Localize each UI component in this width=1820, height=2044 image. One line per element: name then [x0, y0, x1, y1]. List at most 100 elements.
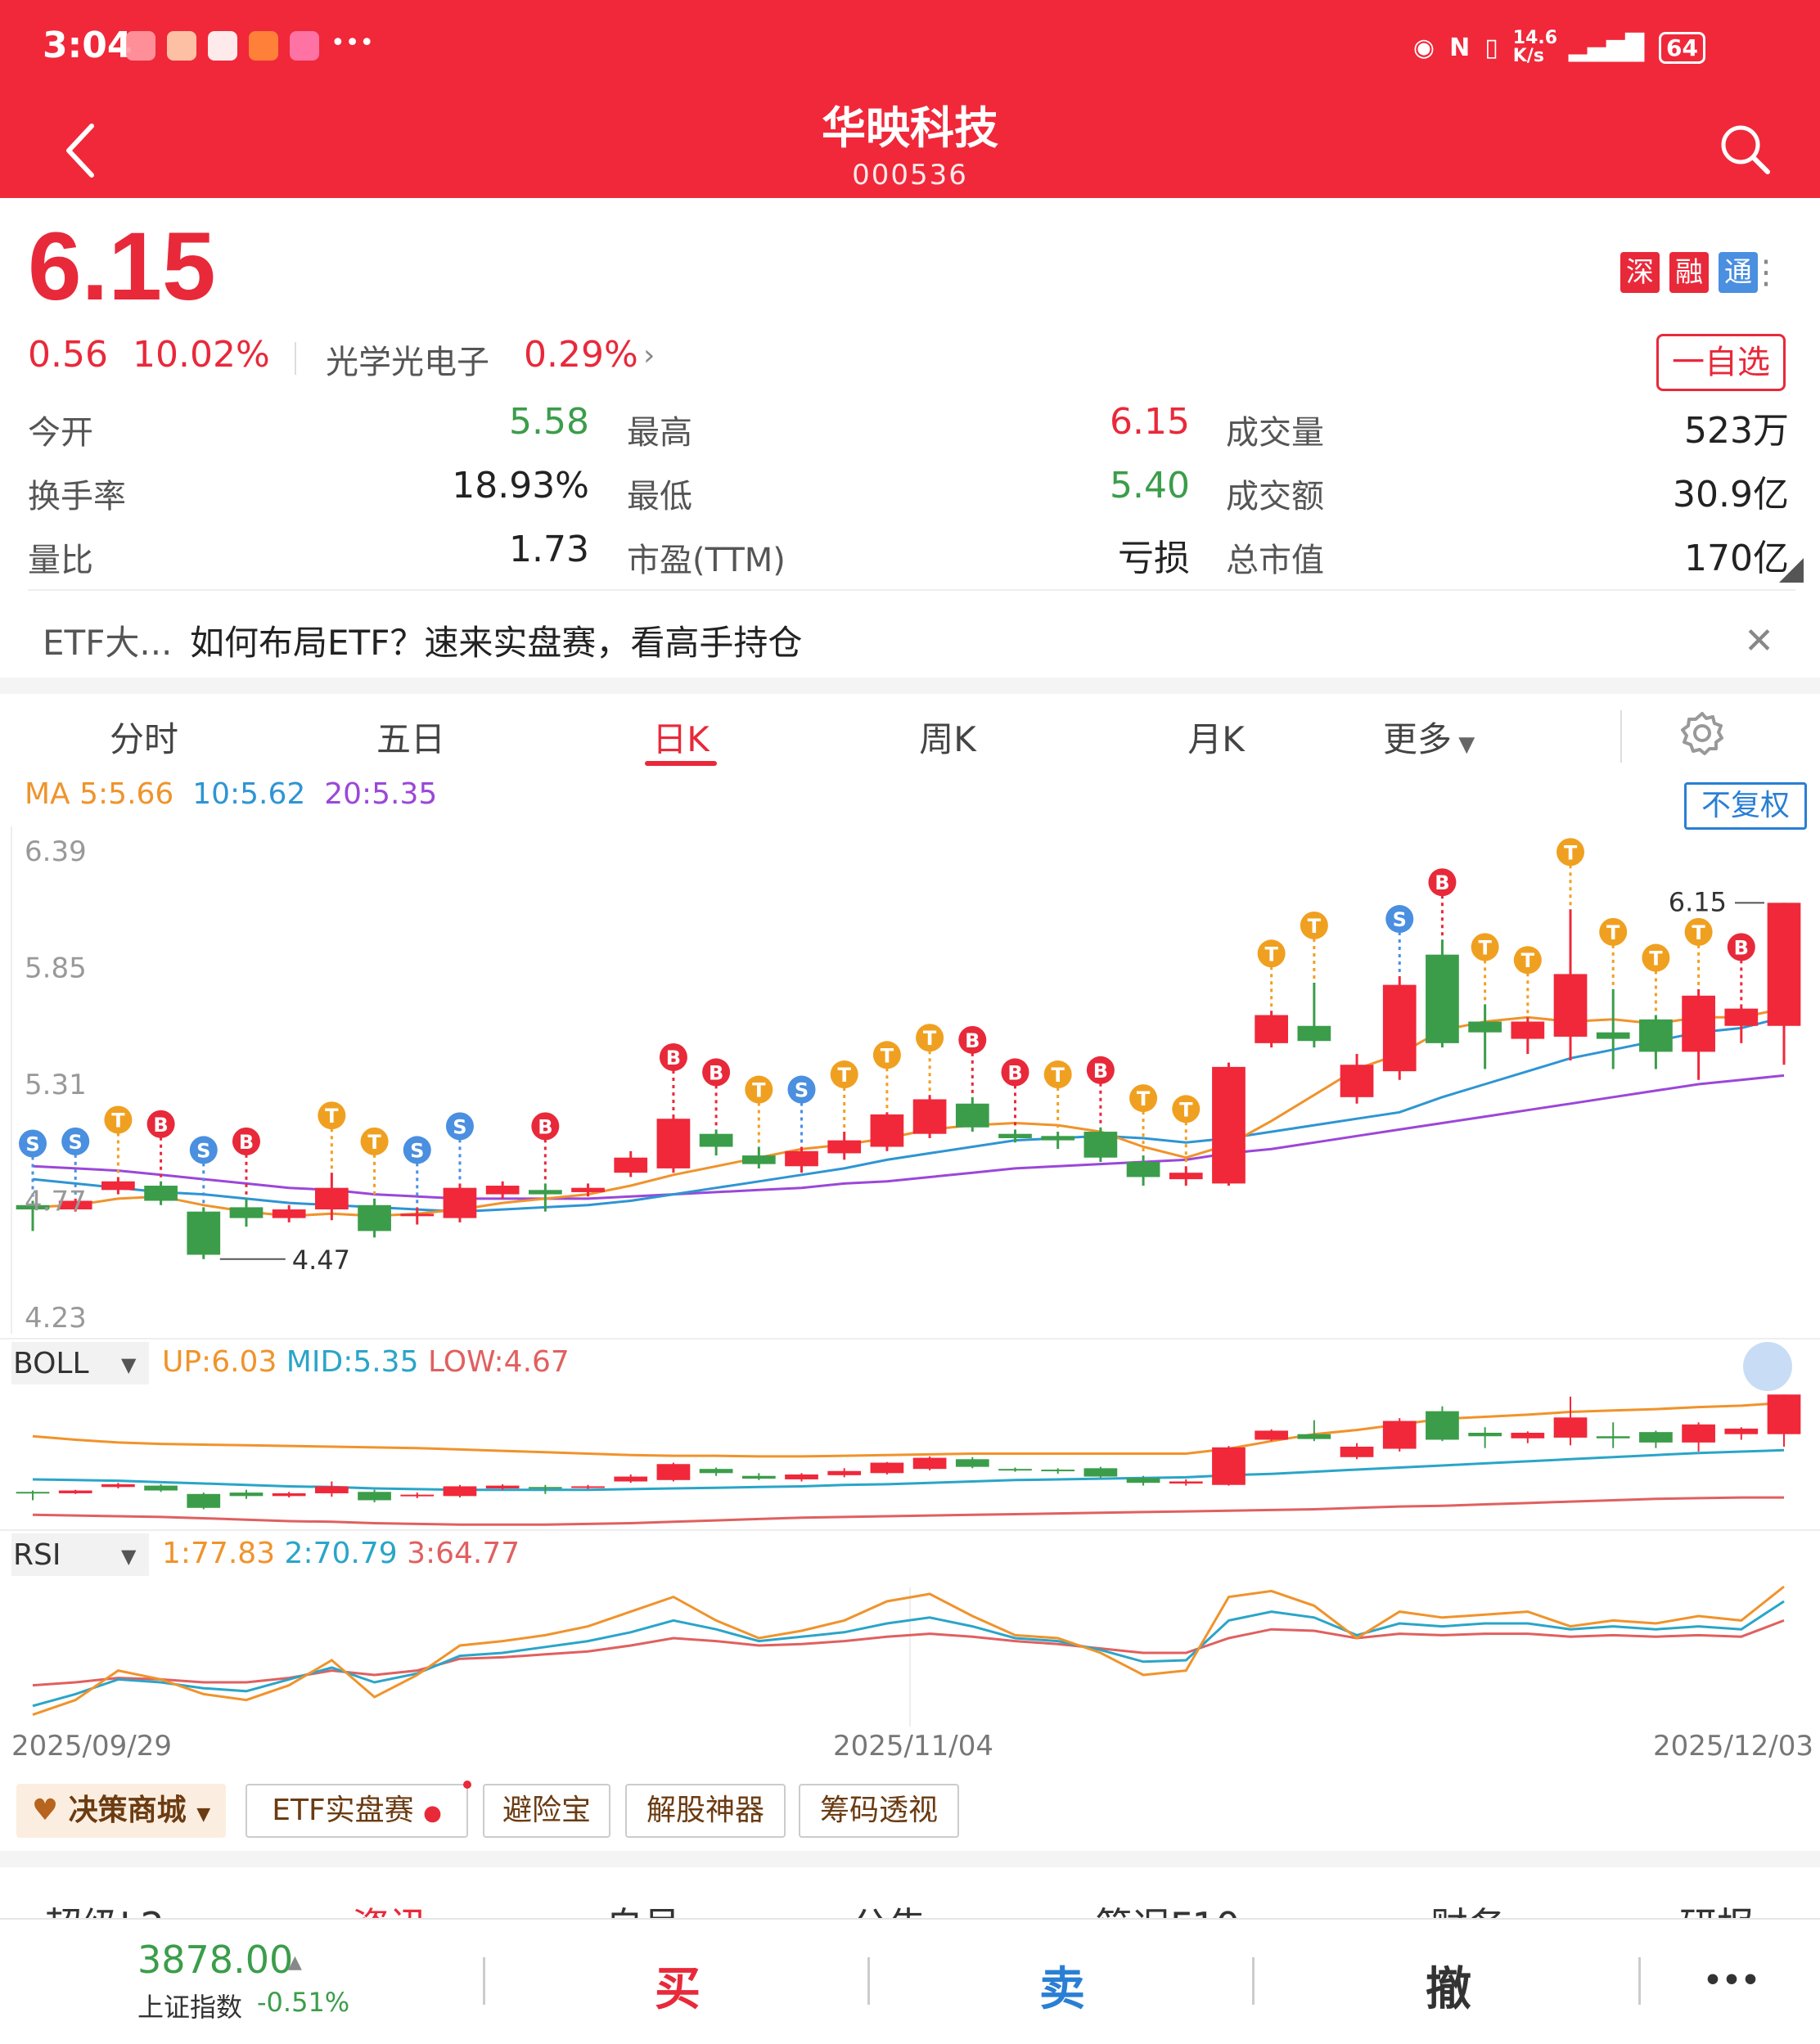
battery-icon: 64: [1659, 31, 1705, 64]
active-tab-indicator: [645, 761, 717, 766]
divider: [1638, 1957, 1641, 2005]
boll-candle: [1553, 1417, 1588, 1438]
index-change[interactable]: -0.51%: [257, 1987, 349, 2018]
boll-mid: MID:5.35: [286, 1345, 419, 1379]
tool-hedge[interactable]: 避险宝: [483, 1784, 610, 1838]
divider: [1252, 1957, 1255, 2005]
trade-marker-letter: B: [965, 1029, 980, 1052]
rsi1-line: [32, 1585, 1785, 1717]
tab-five-day[interactable]: 五日: [329, 712, 493, 762]
tab-monthly-k[interactable]: 月K: [1134, 712, 1298, 762]
caret-up-icon: ▲: [288, 1952, 302, 1973]
trade-marker-letter: S: [69, 1131, 83, 1154]
subtab-research[interactable]: 研报: [1679, 1897, 1755, 1918]
trade-marker-letter: T: [1137, 1087, 1151, 1110]
tab-weekly-k[interactable]: 周K: [866, 712, 1029, 762]
tool-chip-analysis[interactable]: 筹码透视: [799, 1784, 959, 1838]
boll-candle: [1297, 1434, 1331, 1439]
y-tick-label: 4.23: [25, 1302, 87, 1335]
tab-more[interactable]: 更多 ▼: [1383, 712, 1530, 762]
trade-marker-letter: T: [1521, 949, 1535, 972]
more-icon[interactable]: •••: [1666, 1964, 1797, 1997]
chevron-right-icon[interactable]: ›: [643, 339, 655, 372]
y-tick-label: 6.39: [25, 835, 87, 868]
app-notification-icon: [208, 31, 237, 61]
ad-label[interactable]: ETF大...: [43, 615, 172, 665]
trade-marker-letter: B: [239, 1131, 254, 1154]
index-value[interactable]: 3878.00: [137, 1938, 293, 1982]
tool-stock-analyzer[interactable]: 解股神器: [625, 1784, 786, 1838]
trade-marker-letter: T: [325, 1105, 339, 1128]
candle: [1511, 1021, 1545, 1039]
candle: [1255, 1015, 1289, 1043]
adjust-price-button[interactable]: 不复权: [1684, 782, 1807, 830]
ma20-line: [32, 1074, 1785, 1200]
ma20-value: 20:5.35: [324, 777, 438, 811]
status-time: 3:04: [43, 25, 133, 66]
trade-marker-letter: B: [153, 1114, 168, 1137]
trade-marker-letter: T: [1179, 1098, 1193, 1121]
subtab-f10[interactable]: 简况F10: [1095, 1897, 1240, 1918]
trade-marker-letter: T: [838, 1064, 852, 1087]
caret-down-icon: ▼: [121, 1353, 137, 1376]
ad-banner-text[interactable]: 如何布局ETF？速来实盘赛，看高手持仓: [190, 615, 802, 665]
rsi-values: 1:77.83 2:70.79 3:64.77: [162, 1537, 520, 1570]
sector-change[interactable]: 0.29%: [524, 334, 638, 376]
boll-candle: [1083, 1468, 1118, 1477]
boll-selector[interactable]: BOLL ▼: [11, 1342, 149, 1384]
cancel-order-button[interactable]: 撤: [1383, 1952, 1514, 2019]
y-tick-label: 4.77: [25, 1186, 87, 1218]
stat-label: 市盈(TTM): [627, 542, 786, 579]
stat-low: 5.40: [1110, 465, 1190, 506]
sell-button[interactable]: 卖: [997, 1952, 1128, 2019]
boll-mid-line: [32, 1448, 1785, 1492]
remove-watchlist-button[interactable]: 一自选: [1656, 334, 1786, 391]
ma10-value: 10:5.62: [192, 777, 306, 811]
kline-chart[interactable]: S S T B S B T T S S B B B T S T T T B B T B T T T T S B T T T T T T B 6.39…: [0, 826, 1820, 1751]
boll-candle: [1126, 1478, 1160, 1483]
ma-legend: MA 5:5.66 10:5.62 20:5.35: [25, 777, 437, 811]
tool-decision-mall[interactable]: ♥ 决策商城 ▼: [16, 1784, 226, 1838]
caret-down-icon: ▼: [196, 1804, 211, 1825]
candle: [1426, 954, 1459, 1043]
tool-etf-contest[interactable]: ETF实盘赛 ●: [246, 1784, 468, 1838]
candle: [741, 1155, 776, 1164]
stat-label: 总市值: [1226, 542, 1324, 579]
trade-marker-letter: S: [196, 1139, 210, 1162]
expand-corner-icon[interactable]: [1779, 558, 1804, 583]
subtab-finance[interactable]: 财务: [1430, 1897, 1506, 1918]
close-icon[interactable]: ✕: [1744, 620, 1774, 662]
date-end: 2025/12/03: [1653, 1730, 1813, 1763]
candle: [1596, 1032, 1630, 1039]
boll-candle: [1682, 1424, 1715, 1443]
ma5-value: MA 5:5.66: [25, 777, 174, 811]
rsi-selector[interactable]: RSI ▼: [11, 1533, 149, 1576]
boll-candle: [571, 1486, 605, 1488]
trade-marker-letter: T: [1606, 921, 1620, 944]
more-vertical-icon[interactable]: ⋮: [1750, 254, 1782, 291]
subtab-self[interactable]: 自号: [606, 1897, 681, 1918]
candle: [912, 1099, 947, 1134]
boll-candle: [1041, 1470, 1075, 1472]
fire-icon: ●: [423, 1801, 442, 1826]
subtab-notice[interactable]: 公告: [851, 1897, 926, 1918]
stat-turnover: 18.93%: [452, 465, 589, 506]
expand-icon[interactable]: [1743, 1342, 1792, 1391]
candle: [785, 1150, 818, 1167]
search-icon[interactable]: [1719, 123, 1771, 178]
subtab-news[interactable]: 资讯: [352, 1897, 427, 1918]
tab-daily-k[interactable]: 日K: [599, 712, 763, 762]
candle: [998, 1133, 1032, 1138]
app-notification-icon: [249, 31, 278, 61]
caret-down-icon: ▼: [1452, 732, 1475, 757]
subtab-l2[interactable]: 超级L2: [44, 1897, 164, 1918]
buy-button[interactable]: 买: [612, 1952, 743, 2019]
sector-name[interactable]: 光学光电子: [326, 335, 489, 383]
tab-intraday[interactable]: 分时: [62, 712, 226, 762]
gear-icon[interactable]: [1679, 710, 1725, 759]
index-name[interactable]: 上证指数: [137, 1987, 242, 2024]
boll-candle: [144, 1485, 178, 1491]
y-tick-label: 5.31: [25, 1069, 87, 1101]
boll-candle: [1724, 1428, 1759, 1434]
candle: [827, 1140, 862, 1154]
